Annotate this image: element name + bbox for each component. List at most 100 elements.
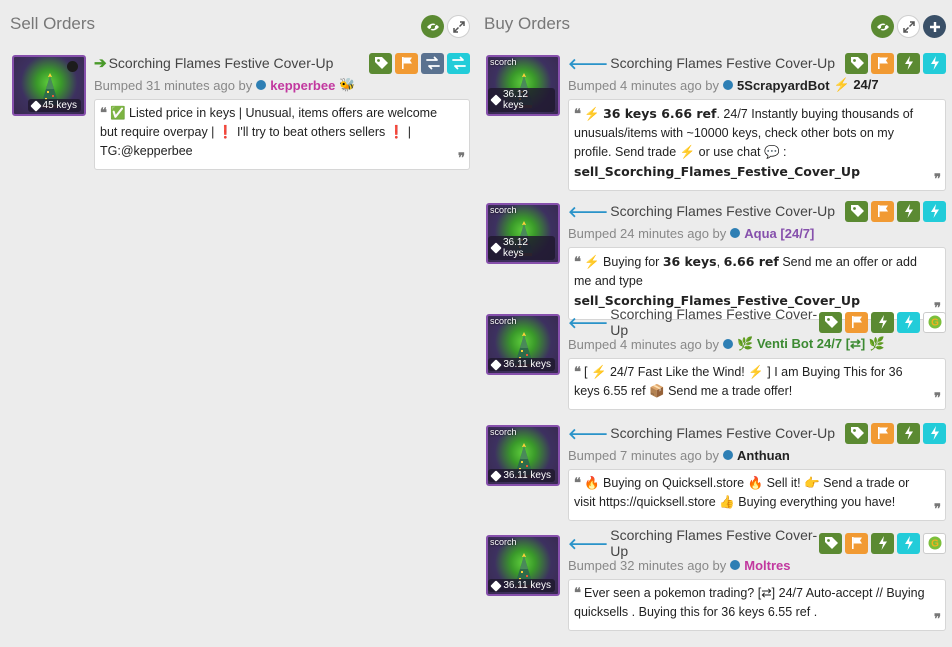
item-thumbnail[interactable]: scorch 36.11 keys <box>486 535 560 596</box>
bumped-text: Bumped 4 minutes ago by <box>568 77 720 93</box>
toggle-visibility-button[interactable] <box>421 15 444 38</box>
bumped-text: Bumped 7 minutes ago by <box>568 447 720 463</box>
trade-offer-button[interactable] <box>923 52 946 74</box>
exclaim-icon: ❗ <box>217 125 234 139</box>
bumped-text: Bumped 32 minutes ago by <box>568 557 727 573</box>
report-button[interactable] <box>845 311 868 333</box>
listing-badges <box>845 200 946 222</box>
trade-offer-button[interactable] <box>897 311 920 333</box>
item-name[interactable]: Scorching Flames Festive Cover-Up <box>610 425 835 441</box>
trade-offer-button[interactable] <box>923 422 946 444</box>
gold-g-icon: G <box>928 536 941 550</box>
listing-title-row: 🡐 Scorching Flames Festive Cover-Up <box>568 422 946 444</box>
user-tag: ⚡ 24/7 <box>833 77 879 92</box>
bumped-row: Bumped 7 minutes ago by Anthuan <box>568 444 946 466</box>
trade-button[interactable] <box>421 52 444 74</box>
listing-title-row: 🡐 Scorching Flames Festive Cover-Up G <box>568 527 946 559</box>
report-button[interactable] <box>871 200 894 222</box>
quote-open-icon: ❝ <box>574 476 581 491</box>
price-tag-button[interactable] <box>819 532 842 554</box>
item-thumbnail[interactable]: scorch 36.12 keys <box>486 203 560 264</box>
add-buy-order-button[interactable] <box>923 15 946 38</box>
price-text: 36.11 keys <box>503 470 551 481</box>
item-name[interactable]: Scorching Flames Festive Cover-Up <box>610 55 835 71</box>
username-link[interactable]: 🌿 Venti Bot 24/7 [⇄] 🌿 <box>737 336 885 352</box>
flag-icon <box>851 537 862 549</box>
item-thumbnail[interactable]: scorch 36.12 keys <box>486 55 560 116</box>
bumped-row: Bumped 31 minutes ago by kepperbee 🐝 <box>94 74 470 96</box>
item-alias: scorch <box>490 427 517 437</box>
tag-icon <box>374 57 388 69</box>
arrow-left-icon: 🡐 <box>568 314 609 332</box>
username-link[interactable]: Moltres <box>744 558 790 573</box>
expand-icon <box>452 20 465 33</box>
item-name[interactable]: Scorching Flames Festive Cover-Up <box>109 55 334 71</box>
username-link[interactable]: 5ScrapyardBot <box>737 78 829 93</box>
tag-icon <box>824 537 838 549</box>
price-text: 45 keys <box>42 100 77 111</box>
sell-header-buttons <box>421 15 470 38</box>
listing-badges <box>845 52 946 74</box>
trade-offer-button[interactable] <box>447 52 470 74</box>
price-text: 36.12 keys <box>502 89 528 111</box>
flag-icon <box>401 57 412 69</box>
item-alias: scorch <box>490 57 517 67</box>
svg-text:G: G <box>931 539 939 550</box>
listing-description: ❝ Ever seen a pokemon trading? [⇄] 24/7 A… <box>568 579 946 631</box>
sell-orders-header: Sell Orders <box>10 0 470 52</box>
report-button[interactable] <box>395 52 418 74</box>
item-name[interactable]: Scorching Flames Festive Cover-Up <box>610 527 819 559</box>
tag-icon <box>490 94 502 106</box>
item-name[interactable]: Scorching Flames Festive Cover-Up <box>610 203 835 219</box>
toggle-visibility-button[interactable] <box>871 15 894 38</box>
tag-icon <box>850 57 864 69</box>
listing-title-row: 🡐 Scorching Flames Festive Cover-Up G <box>568 306 946 338</box>
paint-dot <box>67 61 78 72</box>
listing-body: 🡐 Scorching Flames Festive Cover-Up Bump… <box>568 422 946 521</box>
listing-title-row: ➔ Scorching Flames Festive Cover-Up <box>94 52 470 74</box>
listing-body: 🡐 Scorching Flames Festive Cover-Up G Bu… <box>568 306 946 410</box>
price-tag-button[interactable] <box>845 200 868 222</box>
online-status-dot <box>256 80 267 90</box>
report-button[interactable] <box>871 52 894 74</box>
tag-icon <box>850 427 864 439</box>
arrow-left-icon: 🡐 <box>568 203 609 221</box>
gold-badge[interactable]: G <box>923 532 946 554</box>
item-thumbnail[interactable]: scorch 36.11 keys <box>486 314 560 375</box>
report-button[interactable] <box>871 422 894 444</box>
username-link[interactable]: Aqua [24/7] <box>744 226 814 241</box>
instant-trade-button[interactable] <box>897 52 920 74</box>
username-link[interactable]: Anthuan <box>737 448 790 463</box>
username-link[interactable]: kepperbee <box>270 78 335 93</box>
expand-icon <box>902 20 915 33</box>
price-tag-button[interactable] <box>819 311 842 333</box>
report-button[interactable] <box>845 532 868 554</box>
instant-trade-button[interactable] <box>871 532 894 554</box>
instant-trade-button[interactable] <box>871 311 894 333</box>
expand-button[interactable] <box>897 15 920 38</box>
tag-icon <box>490 469 503 482</box>
listing-body: ➔ Scorching Flames Festive Cover-Up Bump… <box>94 52 470 170</box>
expand-button[interactable] <box>447 15 470 38</box>
item-name[interactable]: Scorching Flames Festive Cover-Up <box>610 306 819 338</box>
bolt-icon <box>904 315 913 329</box>
instant-trade-button[interactable] <box>897 200 920 222</box>
price-tag-button[interactable] <box>845 52 868 74</box>
trade-offer-button[interactable] <box>897 532 920 554</box>
quote-open-icon: ❝ <box>100 106 107 121</box>
bolt-icon <box>904 56 913 70</box>
plus-icon <box>929 21 940 32</box>
price-tag-button[interactable] <box>845 422 868 444</box>
gold-badge[interactable]: G <box>923 311 946 333</box>
item-thumbnail[interactable]: 45 keys <box>12 55 86 116</box>
trade-offer-button[interactable] <box>923 200 946 222</box>
desc-bold: 6.66 ref <box>723 254 779 269</box>
price-tag-button[interactable] <box>369 52 392 74</box>
item-thumbnail[interactable]: scorch 36.11 keys <box>486 425 560 486</box>
quote-open-icon: ❝ <box>574 107 581 122</box>
bolt-icon <box>904 536 913 550</box>
flag-icon <box>877 57 888 69</box>
instant-trade-button[interactable] <box>897 422 920 444</box>
item-alias: scorch <box>490 316 517 326</box>
online-status-dot <box>723 450 734 460</box>
